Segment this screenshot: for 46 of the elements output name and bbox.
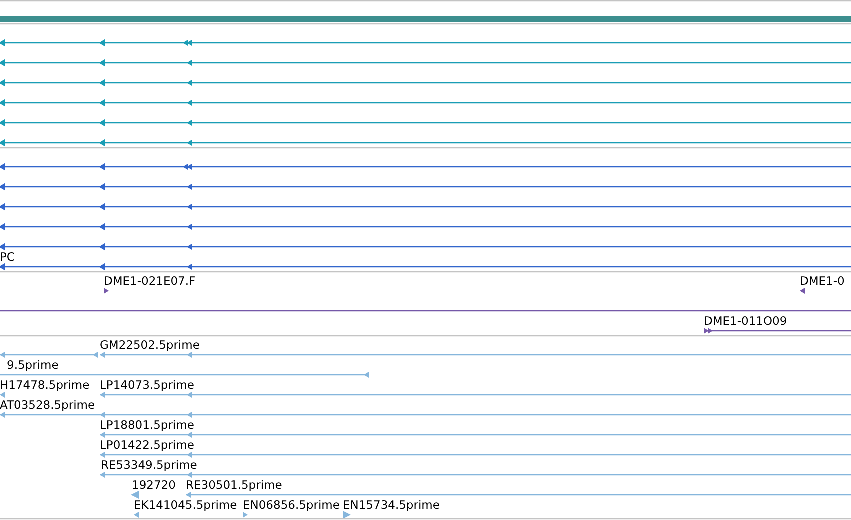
- est-feature[interactable]: [243, 512, 248, 518]
- feature-label: EN06856.5prime: [243, 498, 340, 512]
- feature-label: DME1-011O09: [704, 314, 788, 328]
- transcript-row[interactable]: [0, 223, 851, 231]
- transcript-row[interactable]: [0, 263, 851, 271]
- feature-label: EK141045.5prime: [134, 498, 238, 512]
- transcript-row[interactable]: [0, 119, 851, 127]
- est-feature[interactable]: [0, 372, 369, 378]
- est-feature[interactable]: [0, 412, 851, 418]
- est-feature[interactable]: [0, 392, 5, 398]
- est-feature[interactable]: [343, 511, 351, 519]
- transcript-row[interactable]: [0, 183, 851, 191]
- clone-feature[interactable]: [800, 288, 805, 294]
- feature-label: 9.5prime: [7, 358, 59, 372]
- feature-label: RE30501.5prime: [186, 478, 282, 492]
- est-feature[interactable]: [100, 452, 851, 458]
- transcript-row[interactable]: [0, 203, 851, 211]
- est-feature[interactable]: [0, 352, 98, 358]
- transcript-row[interactable]: [0, 243, 851, 251]
- feature-label: AT03528.5prime: [0, 398, 96, 412]
- feature-label: LP01422.5prime: [100, 438, 194, 452]
- est-feature[interactable]: [100, 392, 851, 398]
- feature-label: LP14073.5prime: [100, 378, 194, 392]
- est-feature[interactable]: [131, 491, 139, 499]
- feature-label: 192720: [132, 478, 176, 492]
- est-feature[interactable]: [186, 492, 851, 498]
- feature-label: LP18801.5prime: [100, 418, 194, 432]
- feature-label: RE53349.5prime: [101, 458, 198, 472]
- est-feature[interactable]: [100, 352, 851, 358]
- est-feature[interactable]: [100, 472, 851, 478]
- clone-feature[interactable]: [104, 288, 109, 294]
- transcript-row[interactable]: [0, 163, 851, 171]
- transcript-row[interactable]: [0, 99, 851, 107]
- transcript-row[interactable]: [0, 39, 851, 47]
- feature-label: DME1-021E07.F: [104, 274, 196, 288]
- feature-label: GM22502.5prime: [100, 338, 200, 352]
- transcript-row[interactable]: [0, 59, 851, 67]
- feature-label: H17478.5prime: [0, 378, 90, 392]
- est-feature[interactable]: [100, 432, 851, 438]
- feature-label: EN15734.5prime: [343, 498, 440, 512]
- feature-label: DME1-0: [800, 274, 845, 288]
- est-feature[interactable]: [134, 512, 139, 518]
- transcript-row[interactable]: [0, 139, 851, 147]
- clone-feature[interactable]: [704, 328, 851, 334]
- transcript-row[interactable]: [0, 79, 851, 87]
- feature-label: PC: [0, 250, 15, 264]
